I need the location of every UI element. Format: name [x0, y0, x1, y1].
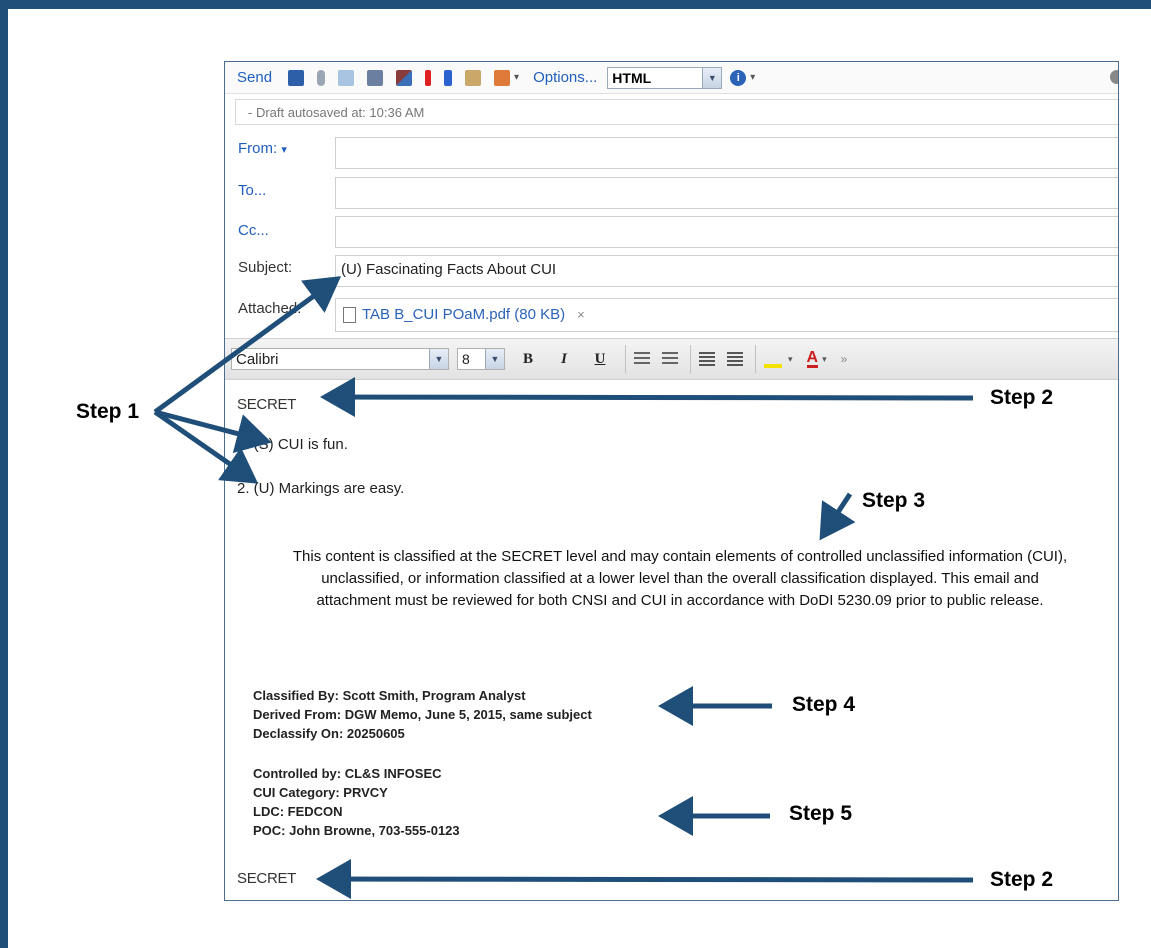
- step2-label-top: Step 2: [990, 386, 1054, 409]
- signature-icon[interactable]: [465, 69, 482, 86]
- document-icon: [343, 306, 356, 323]
- cc-button[interactable]: Cc...: [238, 222, 269, 239]
- body-item-2: 2. (U) Markings are easy.: [237, 480, 405, 497]
- flag-dropdown-icon[interactable]: ▾: [514, 72, 519, 83]
- font-size-select[interactable]: 8 ▼: [457, 348, 505, 370]
- to-field[interactable]: [335, 177, 1118, 209]
- underline-button[interactable]: U: [589, 351, 611, 368]
- classification-authority-block: Classified By: Scott Smith, Program Anal…: [253, 686, 592, 743]
- flag-icon[interactable]: [494, 69, 511, 86]
- from-field[interactable]: [335, 137, 1118, 169]
- attachment-name[interactable]: TAB B_CUI POaM.pdf (80 KB): [362, 306, 565, 323]
- chevron-down-icon[interactable]: ▼: [485, 349, 504, 369]
- from-label[interactable]: From: ▾: [238, 140, 287, 157]
- font-family-value: Calibri: [236, 350, 279, 368]
- attach-icon[interactable]: [317, 69, 326, 86]
- frame-left-border: [0, 0, 8, 948]
- bold-button[interactable]: B: [517, 351, 539, 368]
- body-item-1: 1. (S) CUI is fun.: [237, 436, 348, 453]
- numbered-list-icon[interactable]: [662, 352, 678, 366]
- font-size-value: 8: [462, 351, 470, 367]
- frame-top-border: [0, 0, 1151, 9]
- from-dropdown-icon[interactable]: ▾: [281, 144, 287, 156]
- info-icon[interactable]: i: [730, 69, 747, 86]
- attached-label: Attached:: [238, 300, 302, 317]
- save-icon[interactable]: [288, 69, 305, 86]
- remove-attachment-icon[interactable]: ×: [577, 307, 585, 322]
- highlight-dropdown-icon[interactable]: ▾: [788, 354, 793, 365]
- font-color-dropdown-icon[interactable]: ▾: [822, 354, 827, 365]
- step4-label: Step 4: [792, 693, 856, 716]
- formatting-toolbar: Calibri ▼ 8 ▼ B I U ▾ A ▾ »: [225, 338, 1118, 380]
- send-button[interactable]: Send: [237, 69, 272, 86]
- subject-label: Subject:: [238, 259, 293, 276]
- ldc: LDC: FEDCON: [253, 804, 343, 819]
- step5-label: Step 5: [789, 802, 853, 825]
- toolbar-divider: [625, 345, 626, 373]
- attachment-item[interactable]: TAB B_CUI POaM.pdf (80 KB) ×: [343, 306, 585, 323]
- subject-value[interactable]: (U) Fascinating Facts About CUI: [341, 261, 556, 278]
- email-compose-window: Send ▾ Options... HTML ▼ i ▾ - Draft aut…: [224, 61, 1119, 901]
- chevron-down-icon[interactable]: ▼: [702, 67, 722, 88]
- importance-high-icon[interactable]: [425, 69, 432, 86]
- cui-category: CUI Category: PRVCY: [253, 785, 388, 800]
- cui-designation-block: Controlled by: CL&S INFOSEC CUI Category…: [253, 764, 460, 840]
- importance-low-icon[interactable]: [444, 69, 453, 86]
- autosave-status: - Draft autosaved at: 10:36 AM: [235, 99, 1118, 125]
- format-select[interactable]: HTML ▼: [607, 66, 723, 89]
- spellcheck-icon[interactable]: [396, 69, 413, 86]
- highlight-icon[interactable]: [764, 350, 782, 368]
- info-dropdown-icon[interactable]: ▾: [750, 72, 755, 83]
- format-select-value: HTML: [612, 69, 652, 86]
- controlled-by: Controlled by: CL&S INFOSEC: [253, 766, 442, 781]
- bullet-list-icon[interactable]: [634, 352, 650, 366]
- derived-from: Derived From: DGW Memo, June 5, 2015, sa…: [253, 707, 592, 722]
- declassify-on: Declassify On: 20250605: [253, 726, 405, 741]
- classification-banner-top: SECRET: [237, 396, 297, 413]
- toolbar-divider: [755, 345, 756, 373]
- status-globe-icon: [1110, 70, 1118, 84]
- options-button[interactable]: Options...: [533, 69, 597, 86]
- indent-icon[interactable]: [727, 352, 743, 366]
- more-options-icon[interactable]: »: [841, 352, 848, 366]
- italic-button[interactable]: I: [553, 351, 575, 368]
- to-button[interactable]: To...: [238, 182, 266, 199]
- classification-notice: This content is classified at the SECRET…: [292, 548, 1068, 609]
- classified-by: Classified By: Scott Smith, Program Anal…: [253, 688, 526, 703]
- poc: POC: John Browne, 703-555-0123: [253, 823, 460, 838]
- toolbar-divider: [690, 345, 691, 373]
- compose-toolbar: Send ▾ Options... HTML ▼ i ▾: [225, 62, 1118, 94]
- step3-label: Step 3: [862, 489, 926, 512]
- chevron-down-icon[interactable]: ▼: [429, 349, 448, 369]
- address-book-icon[interactable]: [367, 69, 384, 86]
- font-color-icon[interactable]: A: [806, 349, 819, 368]
- step2-label-bottom: Step 2: [990, 868, 1054, 891]
- font-family-select[interactable]: Calibri ▼: [231, 348, 449, 370]
- step1-label: Step 1: [76, 400, 140, 423]
- from-label-text[interactable]: From:: [238, 140, 277, 157]
- outdent-icon[interactable]: [699, 352, 715, 366]
- cc-field[interactable]: [335, 216, 1118, 248]
- classification-banner-bottom: SECRET: [237, 870, 297, 887]
- image-icon[interactable]: [338, 69, 355, 86]
